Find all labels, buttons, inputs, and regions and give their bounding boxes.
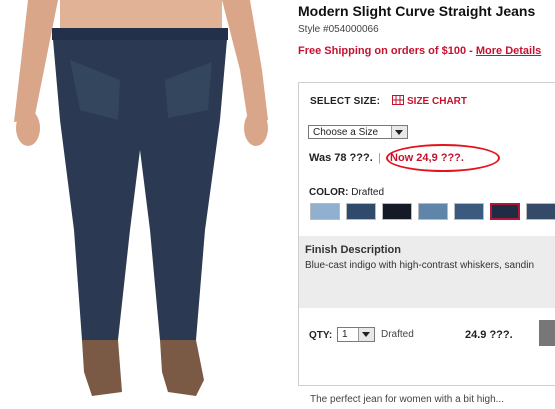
shipping-text: Free Shipping on orders of $100 - bbox=[298, 45, 476, 57]
grid-icon bbox=[392, 95, 404, 108]
color-label: COLOR: Drafted bbox=[309, 187, 384, 198]
finish-title: Finish Description bbox=[305, 244, 401, 256]
color-label-title: COLOR: bbox=[309, 187, 349, 198]
color-value: Drafted bbox=[351, 187, 385, 198]
color-swatch[interactable] bbox=[382, 203, 412, 220]
color-swatch[interactable] bbox=[454, 203, 484, 220]
price-separator: | bbox=[378, 152, 381, 164]
color-swatch[interactable] bbox=[346, 203, 376, 220]
shipping-notice: Free Shipping on orders of $100 - More D… bbox=[298, 45, 541, 57]
qty-color-name: Drafted bbox=[381, 329, 414, 340]
size-select[interactable]: Choose a Size bbox=[308, 125, 408, 139]
size-chart-link[interactable]: SIZE CHART bbox=[392, 95, 467, 108]
product-photo bbox=[0, 0, 278, 404]
chevron-down-icon[interactable] bbox=[358, 328, 374, 341]
qty-label: QTY: bbox=[309, 330, 333, 341]
qty-price: 24.9 ???. bbox=[465, 329, 513, 341]
qty-select[interactable]: 1 bbox=[337, 327, 375, 342]
highlight-circle bbox=[386, 144, 500, 172]
select-size-label: SELECT SIZE: bbox=[310, 96, 381, 107]
product-title: Modern Slight Curve Straight Jeans bbox=[298, 3, 536, 19]
size-select-value: Choose a Size bbox=[313, 127, 379, 138]
was-price: Was 78 ???. bbox=[309, 152, 373, 164]
color-swatch[interactable] bbox=[418, 203, 448, 220]
color-swatch[interactable] bbox=[490, 203, 520, 220]
qty-value: 1 bbox=[342, 329, 348, 340]
add-to-bag-button[interactable] bbox=[539, 320, 555, 346]
style-number: Style #054000066 bbox=[298, 24, 379, 35]
size-chart-label: SIZE CHART bbox=[407, 96, 467, 107]
finish-description: Blue-cast indigo with high-contrast whis… bbox=[305, 260, 534, 271]
color-swatches bbox=[310, 203, 555, 220]
more-details-link[interactable]: More Details bbox=[476, 45, 541, 57]
product-blurb: The perfect jean for women with a bit hi… bbox=[310, 394, 504, 405]
chevron-down-icon[interactable] bbox=[391, 126, 407, 138]
color-swatch[interactable] bbox=[310, 203, 340, 220]
color-swatch[interactable] bbox=[526, 203, 555, 220]
